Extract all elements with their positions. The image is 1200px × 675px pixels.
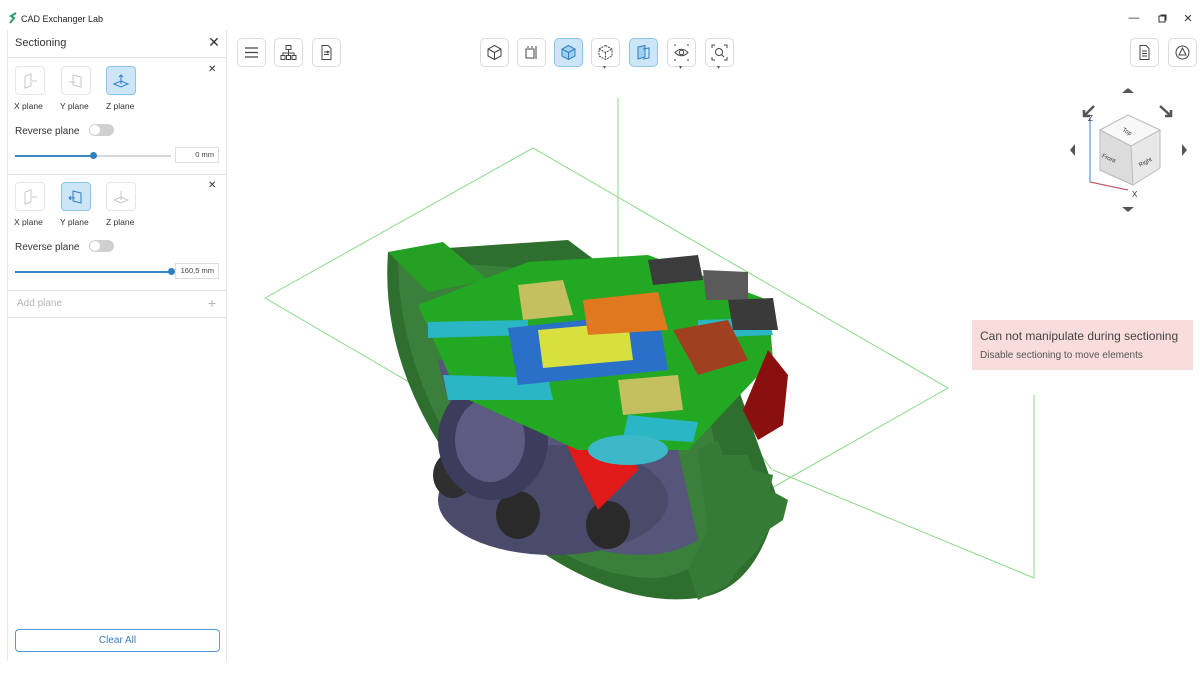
sectioning-warning-toast: Can not manipulate during sectioning Dis… — [972, 320, 1193, 370]
sectioning-panel: Sectioning ✕ ✕ X plane Y plane Z plane R… — [7, 30, 227, 661]
add-plane-row[interactable]: Add plane + — [8, 291, 227, 318]
axis-x-label: X — [1132, 190, 1138, 199]
x-plane-button[interactable] — [15, 66, 45, 95]
y-plane-button[interactable] — [61, 182, 91, 211]
axis-z-label: Z — [1088, 114, 1093, 123]
plane-offset-slider[interactable] — [15, 152, 171, 159]
minimize-icon[interactable]: — — [1126, 10, 1142, 26]
maximize-icon[interactable] — [1154, 10, 1170, 26]
toast-subtitle: Disable sectioning to move elements — [980, 350, 1143, 361]
panel-close-icon[interactable]: ✕ — [206, 34, 222, 52]
y-plane-icon — [68, 189, 82, 204]
gearbox-model — [387, 240, 788, 600]
y-plane-icon — [69, 73, 82, 88]
y-plane-button[interactable] — [61, 66, 91, 95]
app-title: CAD Exchanger Lab — [21, 14, 104, 24]
reverse-plane-label: Reverse plane — [15, 242, 80, 253]
slider-fill — [15, 271, 171, 273]
reverse-plane-toggle[interactable] — [89, 240, 114, 252]
reverse-plane-label: Reverse plane — [15, 126, 80, 137]
bottom-margin — [0, 661, 1200, 675]
title-bar: CAD Exchanger Lab — ✕ — [0, 0, 1200, 30]
reverse-plane-toggle[interactable] — [89, 124, 114, 136]
z-plane-label: Z plane — [106, 101, 135, 111]
y-plane-label: Y plane — [60, 101, 89, 111]
z-plane-label: Z plane — [106, 217, 135, 227]
z-plane-icon — [112, 73, 130, 88]
rotate-up-icon[interactable] — [1122, 88, 1134, 93]
slider-handle[interactable] — [168, 268, 175, 275]
y-plane-label: Y plane — [60, 217, 89, 227]
x-plane-icon — [24, 72, 37, 89]
clear-all-button[interactable]: Clear All — [15, 629, 220, 652]
z-plane-button[interactable] — [106, 66, 136, 95]
add-plane-label: Add plane — [17, 298, 63, 309]
remove-plane-icon[interactable]: ✕ — [208, 64, 216, 75]
slider-fill — [15, 155, 93, 157]
view-cube[interactable]: Top Front Right Z X — [1070, 88, 1187, 212]
plane-offset-slider[interactable] — [15, 268, 175, 275]
toast-title: Can not manipulate during sectioning — [980, 329, 1179, 343]
rotate-cw-icon[interactable] — [1159, 105, 1173, 118]
plane-block-2: ✕ X plane Y plane Z plane Reverse plane … — [8, 175, 227, 291]
x-plane-button[interactable] — [15, 182, 45, 211]
panel-header: Sectioning ✕ — [8, 30, 227, 58]
x-plane-icon — [24, 188, 37, 205]
remove-plane-icon[interactable]: ✕ — [208, 180, 216, 191]
plane-offset-input[interactable]: 0 mm — [175, 147, 219, 163]
plane-offset-input[interactable]: 160,5 mm — [175, 263, 219, 279]
add-plane-icon[interactable]: + — [208, 295, 216, 311]
slider-handle[interactable] — [90, 152, 97, 159]
app-logo-icon — [9, 12, 17, 24]
3d-viewport[interactable]: ▾ ▾ ▾ Top Front Right Z X Can not manipu… — [228, 30, 1197, 661]
rotate-left-icon[interactable] — [1070, 144, 1075, 156]
z-plane-icon — [112, 190, 130, 204]
plane-block-1: ✕ X plane Y plane Z plane Reverse plane … — [8, 59, 227, 175]
x-plane-label: X plane — [14, 101, 43, 111]
z-plane-button[interactable] — [106, 182, 136, 211]
window-close-icon[interactable]: ✕ — [1180, 10, 1196, 26]
panel-title: Sectioning — [15, 37, 67, 49]
rotate-down-icon[interactable] — [1122, 207, 1134, 212]
rotate-right-icon[interactable] — [1182, 144, 1187, 156]
x-plane-label: X plane — [14, 217, 43, 227]
